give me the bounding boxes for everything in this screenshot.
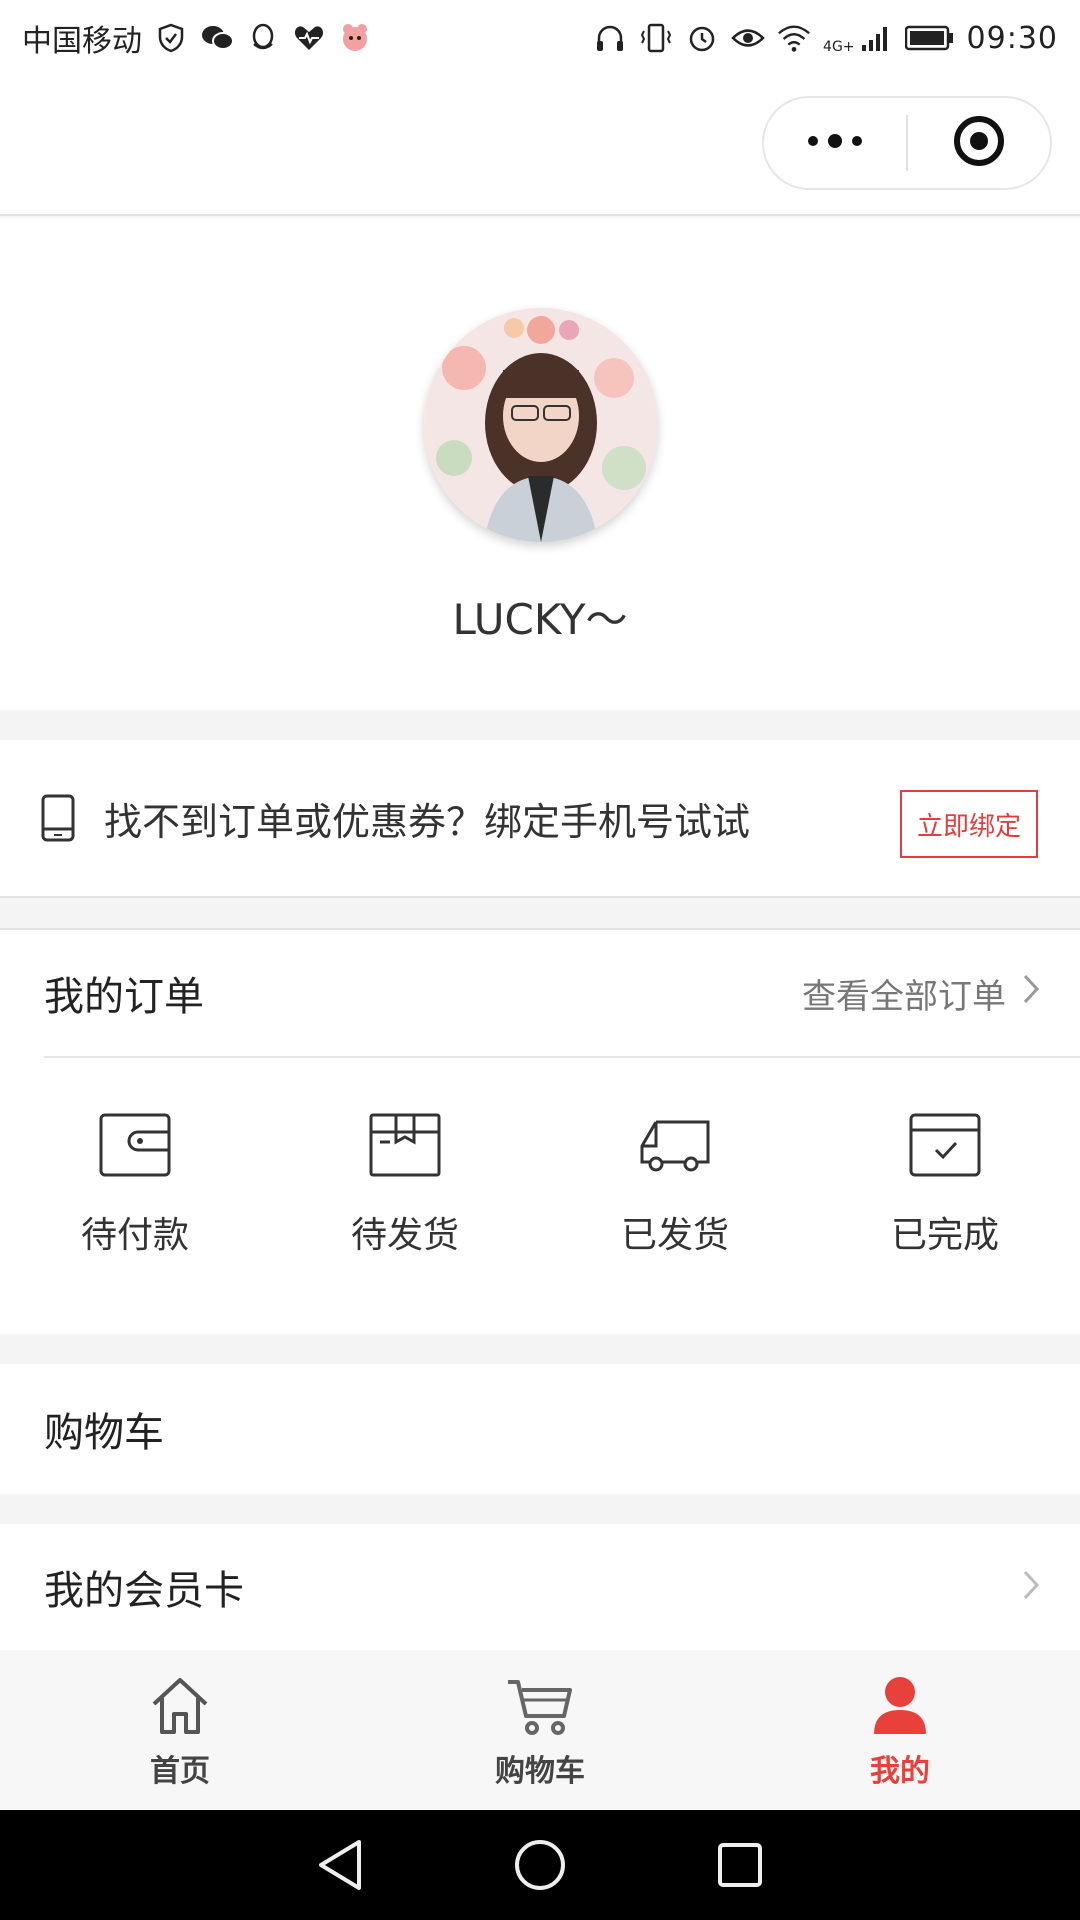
tab-label: 购物车	[495, 1754, 585, 1789]
check-box-icon	[909, 1113, 981, 1177]
order-status-pending-shipment[interactable]: 待发货	[270, 1060, 540, 1336]
order-status-grid: 待付款 待发货 已发货 已完成	[0, 1060, 1080, 1336]
chevron-right-icon	[1022, 973, 1040, 1014]
member-card-row[interactable]: 我的会员卡	[0, 1524, 1080, 1650]
status-right: 4G+ 09:30	[593, 21, 1058, 56]
signal-icon	[859, 21, 893, 55]
cart-icon	[508, 1680, 572, 1735]
order-status-label: 已完成	[890, 1215, 999, 1256]
recents-button[interactable]	[710, 1835, 770, 1895]
tab-label: 首页	[150, 1754, 210, 1789]
status-bar: 中国移动 4G+ 09:30	[0, 0, 1080, 76]
shopping-cart-row[interactable]: 购物车	[0, 1364, 1080, 1494]
order-status-label: 已发货	[620, 1215, 729, 1256]
member-card-label: 我的会员卡	[44, 1568, 244, 1614]
vibrate-icon	[639, 21, 673, 55]
back-button[interactable]	[310, 1835, 370, 1895]
view-all-orders-label: 查看全部订单	[802, 976, 1006, 1017]
view-all-orders-link[interactable]: 查看全部订单	[802, 969, 1040, 1018]
more-dots-icon	[805, 131, 865, 155]
phone-icon	[40, 793, 76, 843]
shield-check-icon	[154, 21, 188, 55]
home-icon	[152, 1678, 208, 1734]
carrier-name: 中国移动	[22, 24, 142, 59]
back-triangle-icon	[319, 1840, 361, 1890]
username: LUCKY～	[452, 595, 628, 644]
box-icon	[369, 1113, 441, 1177]
wallet-icon	[99, 1113, 171, 1177]
status-left: 中国移动	[22, 16, 372, 60]
order-status-label: 待发货	[350, 1215, 459, 1256]
status-time: 09:30	[966, 20, 1058, 56]
battery-icon	[904, 21, 955, 55]
order-status-label: 待付款	[80, 1215, 189, 1256]
shopping-cart-label: 购物车	[44, 1410, 164, 1456]
bind-now-button[interactable]: 立即绑定	[900, 790, 1038, 858]
tab-home[interactable]: 首页	[0, 1650, 360, 1810]
order-status-completed[interactable]: 已完成	[810, 1060, 1080, 1336]
mini-program-capsule	[762, 96, 1052, 190]
target-icon	[952, 114, 1006, 172]
tab-mine[interactable]: 我的	[720, 1650, 1080, 1810]
tab-bar: 首页 购物车 我的	[0, 1650, 1080, 1810]
bind-phone-prompt: 找不到订单或优惠券？绑定手机号试试	[104, 799, 751, 844]
headphones-icon	[593, 21, 627, 55]
order-status-pending-payment[interactable]: 待付款	[0, 1060, 270, 1336]
close-mini-program-button[interactable]	[908, 98, 1050, 188]
user-icon	[874, 1677, 926, 1734]
network-type: 4G+	[823, 38, 855, 55]
home-nav-button[interactable]	[510, 1835, 570, 1895]
truck-icon	[640, 1120, 710, 1172]
tab-label: 我的	[870, 1754, 930, 1789]
wechat-icon	[200, 21, 234, 55]
title-bar	[0, 76, 1080, 216]
qq-icon	[246, 21, 280, 55]
recents-square-icon	[718, 1843, 762, 1887]
pet-app-icon	[338, 21, 372, 55]
alarm-icon	[685, 21, 719, 55]
profile-section: LUCKY～	[0, 218, 1080, 710]
wifi-icon	[777, 21, 811, 55]
home-circle-icon	[515, 1840, 565, 1890]
my-orders-section: 我的订单 查看全部订单 待付款 待发货 已发货 已完成	[0, 928, 1080, 1334]
avatar[interactable]	[424, 308, 658, 542]
orders-header: 我的订单 查看全部订单	[44, 930, 1080, 1058]
eye-icon	[731, 21, 765, 55]
more-button[interactable]	[764, 98, 906, 188]
system-nav-bar	[0, 1810, 1080, 1920]
chevron-right-icon	[1022, 1569, 1040, 1605]
heart-pulse-icon	[292, 21, 326, 55]
order-status-shipped[interactable]: 已发货	[540, 1060, 810, 1336]
tab-cart[interactable]: 购物车	[360, 1650, 720, 1810]
orders-title: 我的订单	[44, 974, 204, 1020]
bind-phone-bar: 找不到订单或优惠券？绑定手机号试试 立即绑定	[0, 740, 1080, 898]
